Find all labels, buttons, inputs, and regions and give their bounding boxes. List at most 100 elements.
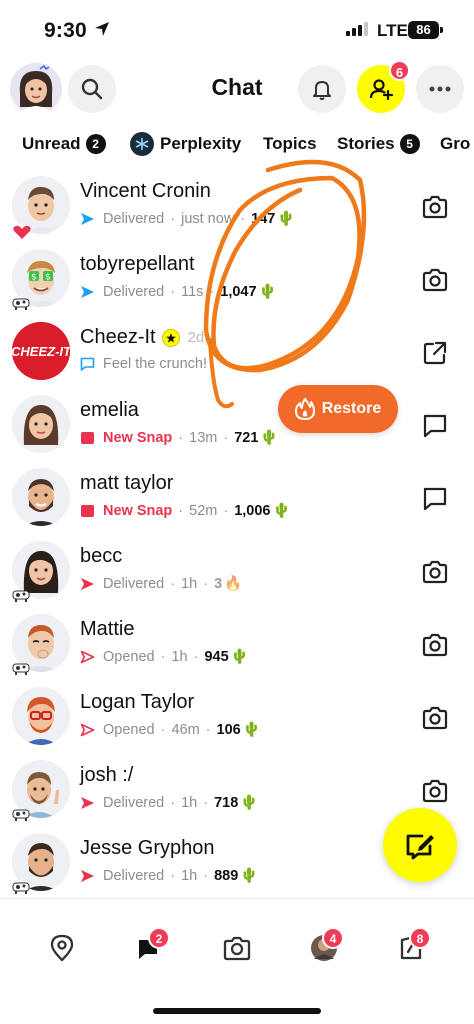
separator: · bbox=[160, 721, 166, 738]
cow-icon bbox=[12, 663, 30, 675]
chat-status: Opened · 1h · 945 🌵 bbox=[80, 648, 249, 665]
cactus-icon: 🌵 bbox=[272, 503, 291, 519]
chat-status: Feel the crunch! bbox=[80, 356, 207, 372]
chat-status: New Snap · 52m · 1,006 🌵 bbox=[80, 502, 291, 519]
svg-text:$: $ bbox=[45, 273, 51, 283]
status-time: 1h bbox=[181, 575, 198, 592]
chat-name: becc bbox=[80, 545, 123, 567]
filter-label: Topics bbox=[263, 134, 317, 153]
cow-icon bbox=[12, 809, 30, 821]
status-text: Delivered bbox=[103, 575, 165, 592]
spotlight-badge: 8 bbox=[409, 927, 431, 949]
nav-map[interactable] bbox=[45, 931, 79, 965]
home-indicator bbox=[153, 1008, 321, 1014]
open-external-button[interactable] bbox=[414, 336, 456, 370]
nav-camera[interactable] bbox=[220, 931, 254, 965]
camera-button[interactable] bbox=[414, 774, 456, 808]
svg-text:CHEEZ-IT: CHEEZ-IT bbox=[12, 344, 70, 359]
streak-count: 1,047 bbox=[220, 283, 257, 300]
chat-row[interactable]: Vincent Cronin Delivered · just now · 14… bbox=[0, 170, 474, 243]
chat-row[interactable]: becc Delivered · 1h · 3 🔥 bbox=[0, 535, 474, 608]
streak-count: 147 bbox=[251, 210, 276, 227]
cactus-icon: 🌵 bbox=[230, 649, 249, 665]
my-bitmoji-avatar[interactable] bbox=[10, 63, 62, 115]
bitmoji-icon bbox=[12, 468, 70, 526]
chat-button[interactable] bbox=[414, 482, 456, 516]
status-text: New Snap bbox=[103, 429, 173, 446]
location-arrow-icon bbox=[95, 22, 109, 36]
avatar[interactable] bbox=[12, 468, 70, 526]
chat-row[interactable]: emelia New Snap · 13m · 721 🌵 bbox=[0, 389, 474, 462]
streak-count: 1,006 bbox=[234, 502, 271, 519]
chat-row[interactable]: $ $ tobyrepellant Delivered · 11s · 1,04… bbox=[0, 243, 474, 316]
chat-bubble-icon bbox=[423, 414, 447, 438]
chat-row[interactable]: matt taylor New Snap · 52m · 1,006 🌵 bbox=[0, 462, 474, 535]
avatar[interactable] bbox=[12, 687, 70, 745]
more-options-button[interactable] bbox=[416, 65, 464, 113]
opened-snap-icon bbox=[80, 723, 95, 736]
filter-stories[interactable]: Stories 5 bbox=[337, 130, 420, 158]
cow-icon bbox=[12, 590, 30, 602]
chat-status: Delivered · 1h · 3 🔥 bbox=[80, 575, 242, 592]
status-bar: 9:30 LTE 86 bbox=[0, 0, 474, 60]
bitmoji-icon bbox=[10, 63, 62, 115]
filter-label: Stories bbox=[337, 134, 395, 153]
separator: · bbox=[170, 210, 176, 227]
separator: · bbox=[223, 502, 229, 519]
notifications-button[interactable] bbox=[298, 65, 346, 113]
chat-button[interactable] bbox=[414, 409, 456, 443]
flame-icon bbox=[294, 398, 315, 420]
fire-icon: 🔥 bbox=[224, 576, 243, 592]
chat-row[interactable]: Logan Taylor Opened · 46m · 106 🌵 bbox=[0, 681, 474, 754]
status-text: Delivered bbox=[103, 283, 165, 300]
status-time: 1h bbox=[181, 867, 198, 884]
separator: · bbox=[178, 429, 184, 446]
separator: · bbox=[205, 721, 211, 738]
chat-row[interactable]: CHEEZ-IT Cheez-It 2d Feel the crunch! bbox=[0, 316, 474, 389]
cow-icon bbox=[12, 298, 30, 310]
search-button[interactable] bbox=[68, 65, 116, 113]
chat-name: Logan Taylor bbox=[80, 691, 195, 713]
camera-button[interactable] bbox=[414, 263, 456, 297]
separator: · bbox=[203, 867, 209, 884]
status-text: Opened bbox=[103, 648, 155, 665]
avatar[interactable] bbox=[12, 395, 70, 453]
camera-button[interactable] bbox=[414, 555, 456, 589]
filter-perplexity[interactable]: Perplexity bbox=[130, 130, 241, 158]
status-text: New Snap bbox=[103, 502, 173, 519]
separator: · bbox=[223, 429, 229, 446]
filter-label: Unread bbox=[22, 134, 81, 153]
chat-row[interactable]: Mattie Opened · 1h · 945 🌵 bbox=[0, 608, 474, 681]
streak-count: 106 bbox=[216, 721, 241, 738]
filter-groups[interactable]: Gro bbox=[440, 130, 470, 158]
bitmoji-icon bbox=[12, 687, 70, 745]
status-time: 1h bbox=[171, 648, 188, 665]
status-time: 13m bbox=[189, 429, 218, 446]
signal-icon bbox=[346, 22, 368, 36]
filter-badge: 5 bbox=[399, 134, 420, 154]
delivered-chat-icon bbox=[81, 212, 94, 225]
restore-streak-button[interactable]: Restore bbox=[278, 385, 398, 433]
camera-button[interactable] bbox=[414, 701, 456, 735]
filter-badge: 2 bbox=[85, 134, 106, 154]
camera-button[interactable] bbox=[414, 628, 456, 662]
map-pin-icon bbox=[50, 934, 74, 962]
separator: · bbox=[170, 794, 176, 811]
restore-label: Restore bbox=[321, 400, 382, 417]
filter-unread[interactable]: Unread 2 bbox=[22, 130, 106, 158]
bell-icon bbox=[313, 81, 331, 100]
delivered-chat-icon bbox=[81, 285, 94, 298]
chat-status: Delivered · 11s · 1,047 🌵 bbox=[80, 283, 277, 300]
status-text: Opened bbox=[103, 721, 155, 738]
camera-icon bbox=[422, 706, 448, 730]
separator: · bbox=[170, 867, 176, 884]
filter-topics[interactable]: Topics bbox=[263, 130, 317, 158]
new-chat-button[interactable] bbox=[383, 808, 457, 882]
camera-button[interactable] bbox=[414, 190, 456, 224]
opened-snap-icon bbox=[80, 650, 95, 663]
chat-name: emelia bbox=[80, 399, 139, 421]
cow-icon bbox=[12, 882, 30, 894]
chat-name: Jesse Gryphon bbox=[80, 837, 215, 859]
chat-name: tobyrepellant bbox=[80, 253, 195, 275]
avatar[interactable]: CHEEZ-IT bbox=[12, 322, 70, 380]
